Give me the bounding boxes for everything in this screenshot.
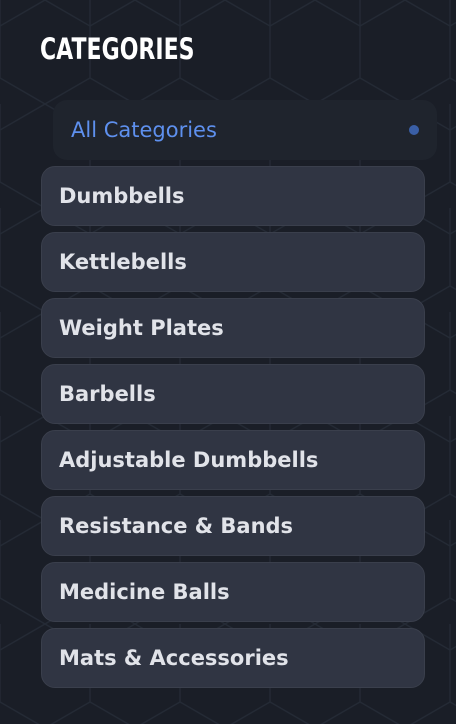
category-item-mats-accessories[interactable]: Mats & Accessories	[41, 628, 425, 688]
category-item-dumbbells[interactable]: Dumbbells	[41, 166, 425, 226]
category-item-all-categories[interactable]: All Categories	[53, 100, 437, 160]
category-item-weight-plates[interactable]: Weight Plates	[41, 298, 425, 358]
category-label: Resistance & Bands	[59, 514, 294, 538]
category-label: Weight Plates	[59, 316, 224, 340]
category-label: Medicine Balls	[59, 580, 230, 604]
categories-panel: CATEGORIES All Categories Dumbbells Kett…	[0, 0, 456, 724]
category-item-adjustable-dumbbells[interactable]: Adjustable Dumbbells	[41, 430, 425, 490]
category-label: Dumbbells	[59, 184, 185, 208]
category-label: All Categories	[71, 118, 217, 142]
category-item-barbells[interactable]: Barbells	[41, 364, 425, 424]
page-title: CATEGORIES	[40, 32, 195, 66]
category-label: Adjustable Dumbbells	[59, 448, 319, 472]
category-label: Mats & Accessories	[59, 646, 289, 670]
category-item-medicine-balls[interactable]: Medicine Balls	[41, 562, 425, 622]
dot-icon	[409, 125, 419, 135]
category-item-resistance-bands[interactable]: Resistance & Bands	[41, 496, 425, 556]
category-item-kettlebells[interactable]: Kettlebells	[41, 232, 425, 292]
category-label: Barbells	[59, 382, 156, 406]
category-label: Kettlebells	[59, 250, 187, 274]
